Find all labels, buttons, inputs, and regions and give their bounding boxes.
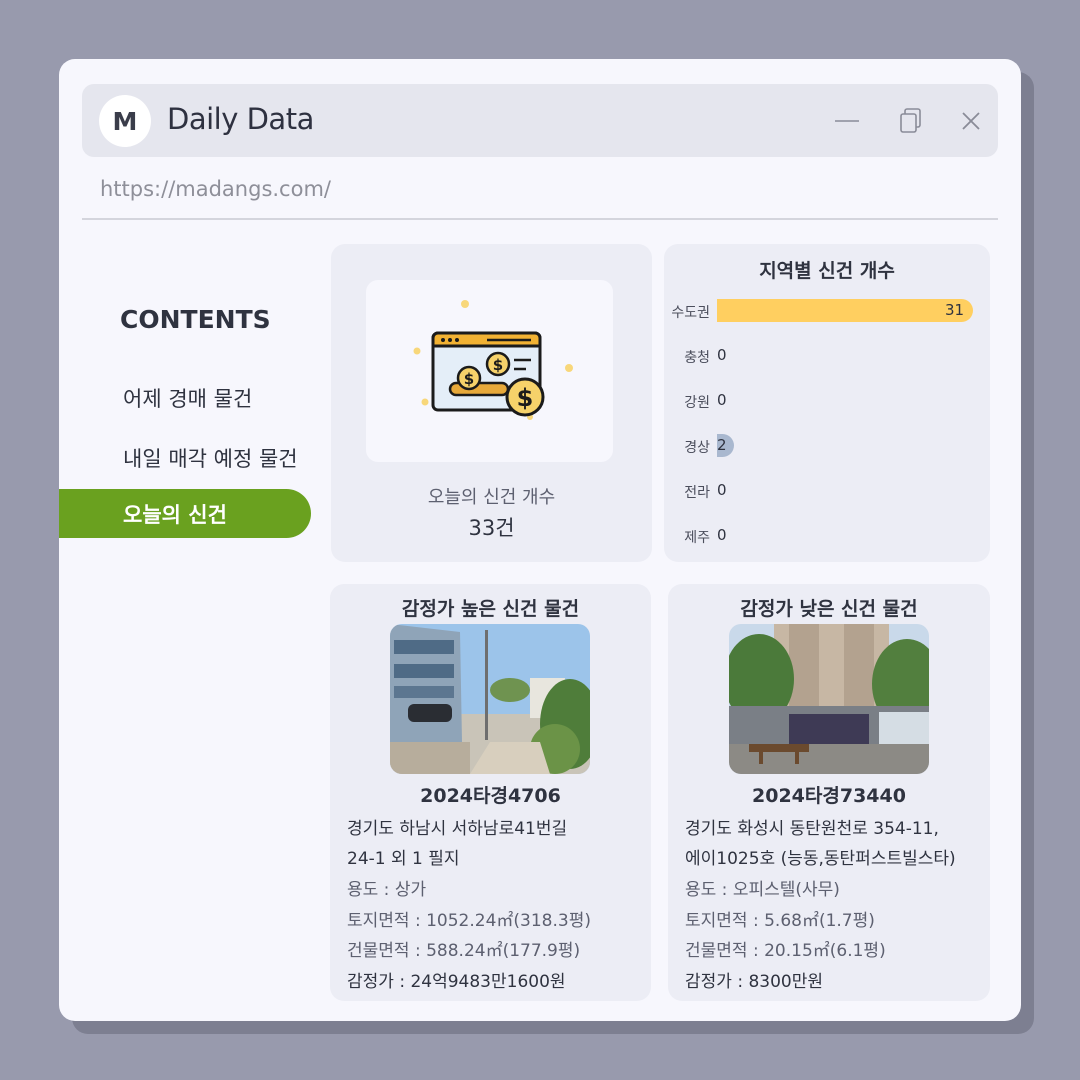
low-address-line1: 경기도 화성시 동탄원천로 354-11, xyxy=(685,819,939,839)
low-case-number[interactable]: 2024타경73440 xyxy=(668,781,990,808)
svg-text:$: $ xyxy=(493,356,503,374)
region-row: 충청 0 xyxy=(664,343,990,369)
region-row: 수도권 31 xyxy=(664,298,990,324)
region-row: 경상 2 xyxy=(664,433,990,459)
sidebar-item-today-new[interactable]: 오늘의 신건 xyxy=(123,499,227,529)
low-usage: 용도 : 오피스텔(사무) xyxy=(685,880,840,900)
region-bar-value: 31 xyxy=(945,301,965,319)
region-row: 강원 0 xyxy=(664,388,990,414)
avatar: M xyxy=(99,95,151,147)
region-row: 전라 0 xyxy=(664,478,990,504)
high-usage: 용도 : 상가 xyxy=(347,880,427,900)
region-name: 전라 xyxy=(684,485,710,501)
money-browser-icon: $ $ $ xyxy=(413,300,573,420)
low-card-title: 감정가 낮은 신건 물건 xyxy=(740,598,918,620)
url-divider xyxy=(82,218,998,220)
region-row: 제주 0 xyxy=(664,523,990,549)
region-name: 수도권 xyxy=(671,305,710,321)
svg-text:$: $ xyxy=(464,370,474,388)
low-appraisal: 감정가 : 8300만원 xyxy=(685,972,823,992)
street-photo-image xyxy=(390,624,590,774)
high-card-title: 감정가 높은 신건 물건 xyxy=(401,598,580,620)
region-name: 충청 xyxy=(684,350,710,366)
high-appraisal: 감정가 : 24억9483만1600원 xyxy=(347,972,566,992)
url-bar[interactable]: https://madangs.com/ xyxy=(100,177,331,201)
region-count-card: 지역별 신건 개수 수도권 31 충청 0 강원 0 경상 2 전라 0 제주 0 xyxy=(664,244,990,562)
app-title: Daily Data xyxy=(167,102,314,136)
app-window: M Daily Data https://madangs.com/ CONTEN… xyxy=(59,59,1021,1021)
sidebar-item-tomorrow-sale[interactable]: 내일 매각 예정 물건 xyxy=(123,443,298,473)
sidebar-item-yesterday-auction[interactable]: 어제 경매 물건 xyxy=(123,383,252,413)
high-land-area: 토지면적 : 1052.24㎡(318.3평) xyxy=(347,911,591,931)
minimize-icon xyxy=(835,120,859,122)
low-building-area: 건물면적 : 20.15㎡(6.1평) xyxy=(685,941,886,961)
region-bar xyxy=(717,299,973,322)
low-appraisal-card: 감정가 낮은 신건 물건 2024타경73440 경기도 화성시 동탄원천로 3… xyxy=(668,584,990,1001)
copy-button[interactable] xyxy=(894,104,928,138)
today-count-card: $ $ $ 오늘의 신건 개수 33건 xyxy=(331,244,652,562)
property-photo-low[interactable] xyxy=(729,624,929,774)
region-bar-value: 2 xyxy=(717,436,727,454)
copy-icon xyxy=(900,108,921,133)
high-address-line1: 경기도 하남시 서하남로41번길 xyxy=(347,819,568,839)
svg-text:$: $ xyxy=(517,384,534,412)
region-bar-value: 0 xyxy=(717,481,727,499)
region-card-title: 지역별 신건 개수 xyxy=(759,260,895,282)
high-appraisal-card: 감정가 높은 신건 물건 2024타경4706 경기도 하남시 서하남로41번길 xyxy=(330,584,651,1001)
illustration-box: $ $ $ xyxy=(366,280,613,462)
close-button[interactable] xyxy=(954,104,988,138)
region-bar-value: 0 xyxy=(717,346,727,364)
high-address-line2: 24-1 외 1 필지 xyxy=(347,849,460,869)
low-land-area: 토지면적 : 5.68㎡(1.7평) xyxy=(685,911,875,931)
region-name: 경상 xyxy=(684,440,710,456)
region-bar-value: 0 xyxy=(717,526,727,544)
sidebar-title: CONTENTS xyxy=(120,305,271,334)
property-photo-high[interactable] xyxy=(390,624,590,774)
close-icon xyxy=(962,112,980,130)
high-case-number[interactable]: 2024타경4706 xyxy=(330,781,651,808)
region-name: 제주 xyxy=(684,530,710,546)
today-count-label: 오늘의 신건 개수 xyxy=(427,487,556,508)
building-photo-image xyxy=(729,624,929,774)
minimize-button[interactable] xyxy=(830,104,864,138)
high-building-area: 건물면적 : 588.24㎡(177.9평) xyxy=(347,941,581,961)
region-bar-value: 0 xyxy=(717,391,727,409)
region-name: 강원 xyxy=(684,395,710,411)
title-bar: M Daily Data xyxy=(82,84,998,157)
today-count-value: 33건 xyxy=(468,516,515,540)
low-address-line2: 에이1025호 (능동,동탄퍼스트빌스타) xyxy=(685,849,956,869)
